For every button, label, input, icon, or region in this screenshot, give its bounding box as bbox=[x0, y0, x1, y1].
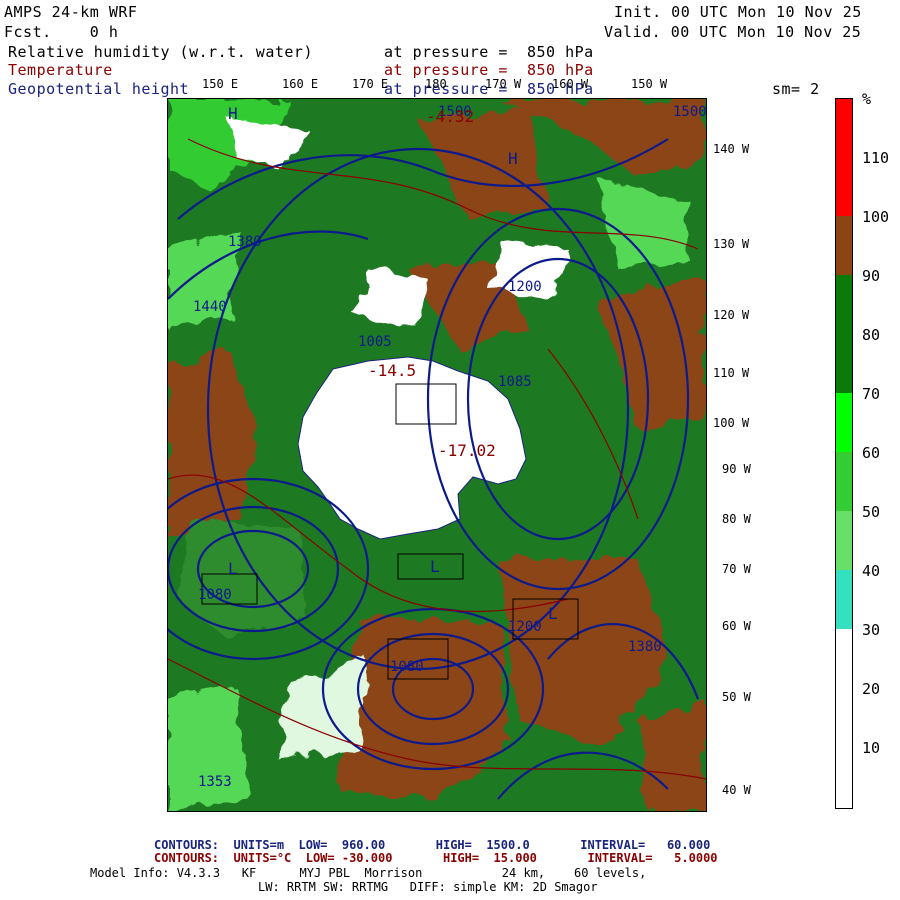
temperature-label: -14.5 bbox=[368, 361, 417, 380]
height-label: 1080 bbox=[390, 659, 424, 675]
valid-time: Valid. 00 UTC Mon 10 Nov 25 bbox=[604, 23, 862, 41]
contour-info-height: CONTOURS: UNITS=m LOW= 960.00 HIGH= 1500… bbox=[154, 838, 711, 852]
colorbar-segment-green bbox=[835, 452, 853, 511]
smoothing-label: sm= 2 bbox=[772, 80, 820, 98]
colorbar-segment-brown bbox=[835, 216, 853, 275]
lat-label: 40 W bbox=[722, 783, 751, 797]
colorbar-label: 110 bbox=[862, 149, 890, 167]
height-label: 1080 bbox=[198, 587, 232, 603]
lat-label: 60 W bbox=[722, 619, 751, 633]
lon-label-170w: 170 W bbox=[485, 77, 522, 91]
model-title: AMPS 24-km WRF bbox=[4, 3, 138, 21]
lon-label-150w: 150 W bbox=[631, 77, 668, 91]
colorbar-label: 70 bbox=[862, 385, 881, 403]
height-label: 1200 bbox=[508, 619, 542, 635]
colorbar-segment-white bbox=[835, 629, 853, 809]
height-label: 1440 bbox=[193, 299, 227, 315]
field-height-name: Geopotential height bbox=[8, 80, 190, 98]
height-label: 1005 bbox=[358, 334, 392, 350]
lon-label-180: 180 bbox=[425, 77, 447, 91]
field-rh-level: at pressure = 850 hPa bbox=[384, 43, 594, 61]
lon-label-160e: 160 E bbox=[282, 77, 319, 91]
high-center: H bbox=[508, 149, 518, 168]
forecast-hour: Fcst. 0 h bbox=[4, 23, 119, 41]
height-label: 1500 bbox=[673, 104, 707, 120]
lat-label: 90 W bbox=[722, 462, 751, 476]
colorbar-label: 30 bbox=[862, 621, 881, 639]
colorbar-label: 90 bbox=[862, 267, 881, 285]
lon-label-160w: 160 W bbox=[552, 77, 589, 91]
map-canvas bbox=[168, 99, 706, 811]
low-center: L bbox=[430, 557, 440, 576]
lat-label: 100 W bbox=[713, 416, 750, 430]
height-label: 1353 bbox=[198, 774, 232, 790]
colorbar-segment-darkgreen bbox=[835, 275, 853, 393]
colorbar-label: 40 bbox=[862, 562, 881, 580]
low-center: L bbox=[228, 559, 238, 578]
colorbar-label: 20 bbox=[862, 680, 881, 698]
colorbar-segment-lime bbox=[835, 393, 853, 452]
init-time: Init. 00 UTC Mon 10 Nov 25 bbox=[614, 3, 862, 21]
lat-label: 70 W bbox=[722, 562, 751, 576]
lat-label: 80 W bbox=[722, 512, 751, 526]
colorbar-segment-lightgreen bbox=[835, 511, 853, 570]
lat-label: 110 W bbox=[713, 366, 750, 380]
field-temp-name: Temperature bbox=[8, 61, 113, 79]
lon-label-170e: 170 E bbox=[352, 77, 389, 91]
model-info-line2: LW: RRTM SW: RRTMG DIFF: simple KM: 2D S… bbox=[258, 880, 598, 894]
lon-label-150e: 150 E bbox=[202, 77, 239, 91]
colorbar-label: 60 bbox=[862, 444, 881, 462]
height-label: 1085 bbox=[498, 374, 532, 390]
colorbar-label: 80 bbox=[862, 326, 881, 344]
contour-info-temperature: CONTOURS: UNITS=°C LOW= -30.000 HIGH= 15… bbox=[154, 851, 718, 865]
temperature-label: -17.02 bbox=[438, 441, 496, 460]
height-label: 1380 bbox=[628, 639, 662, 655]
colorbar-label: 100 bbox=[862, 208, 890, 226]
colorbar-label: 10 bbox=[862, 739, 881, 757]
lat-label: 50 W bbox=[722, 690, 751, 704]
colorbar-label: 50 bbox=[862, 503, 881, 521]
colorbar-segment-red bbox=[835, 98, 853, 217]
lat-label: 130 W bbox=[713, 237, 750, 251]
colorbar-segment-aqua bbox=[835, 570, 853, 629]
high-center: H bbox=[228, 104, 238, 123]
height-label: 1380 bbox=[228, 234, 262, 250]
field-rh-name: Relative humidity (w.r.t. water) bbox=[8, 43, 313, 61]
weather-map: 1080 1080 1200 1085 1005 1380 1200 1500 … bbox=[167, 98, 707, 812]
lat-label: 140 W bbox=[713, 142, 750, 156]
colorbar-unit: % bbox=[862, 90, 872, 108]
model-info-line1: Model Info: V4.3.3 KF MYJ PBL Morrison 2… bbox=[90, 866, 647, 880]
height-label: 1200 bbox=[508, 279, 542, 295]
temperature-label: -4.32 bbox=[426, 107, 475, 126]
lat-label: 120 W bbox=[713, 308, 750, 322]
low-center: L bbox=[548, 604, 558, 623]
